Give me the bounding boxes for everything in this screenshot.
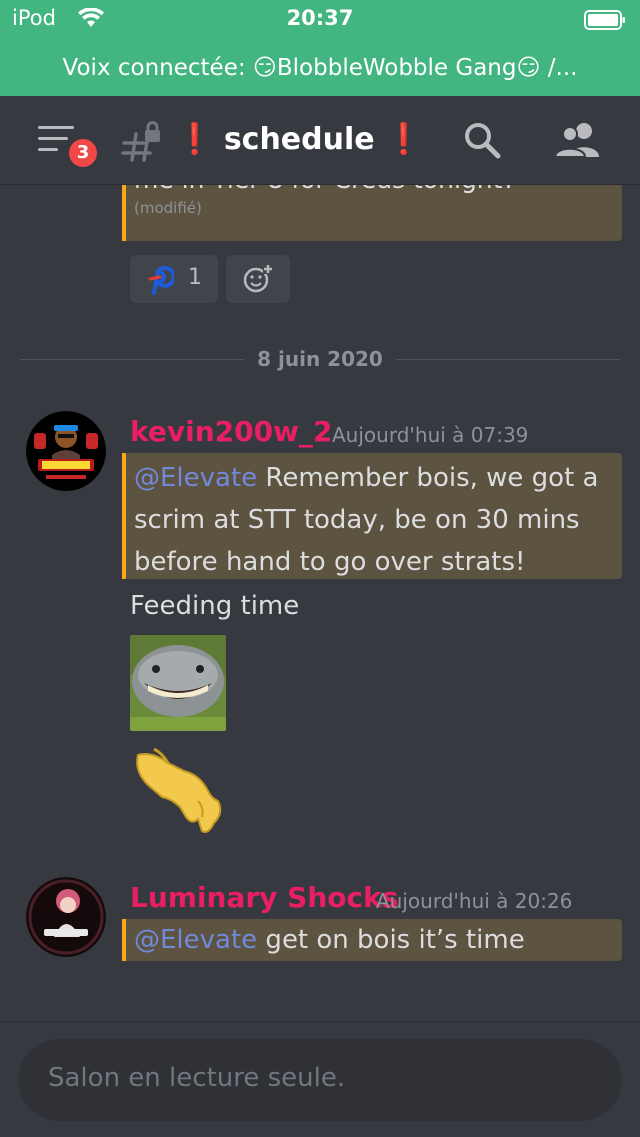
battery-icon — [584, 10, 625, 30]
message-timestamp: Aujourd'hui à 07:39 — [332, 423, 529, 447]
members-icon[interactable] — [554, 122, 602, 158]
message-body: get on bois it’s time — [257, 925, 525, 955]
message-text: Feeding time — [130, 591, 300, 621]
channel-title: ❗ schedule ❗ — [176, 118, 422, 162]
author-name[interactable]: Luminary Shocks — [130, 881, 398, 914]
edited-label: (modifié) — [134, 199, 202, 217]
voice-connected-bar[interactable]: Voix connectée: 😏BlobbleWobble Gang😏 /..… — [0, 40, 640, 96]
add-reaction-button[interactable] — [226, 255, 290, 303]
mention-highlight: @Elevate get on bois it’s time — [122, 919, 622, 961]
previous-message-text: me in Tier 8 for Creds tonight? — [134, 185, 516, 194]
avatar[interactable] — [26, 877, 106, 957]
reaction-count: 1 — [188, 265, 202, 290]
voice-connected-label: Voix connectée: 😏BlobbleWobble Gang😏 /..… — [62, 55, 578, 81]
notification-badge: 3 — [66, 136, 100, 170]
locked-channel-icon — [121, 121, 160, 162]
custom-emoji-icon — [148, 265, 174, 295]
previous-message-highlight: me in Tier 8 for Creds tonight? (modifié… — [122, 185, 622, 241]
add-reaction-icon — [243, 264, 273, 293]
composer-area: Salon en lecture seule. — [0, 1021, 640, 1137]
message-text: @Elevate get on bois it’s time — [134, 921, 525, 959]
message-text: @Elevate Remember bois, we got a scrim a… — [134, 457, 614, 583]
status-bar: iPod 20:37 — [0, 0, 640, 40]
channel-name: schedule — [223, 122, 375, 157]
seal-smile-emoji — [130, 635, 226, 731]
avatar[interactable] — [26, 411, 106, 491]
exclamation-left: ❗ — [176, 122, 214, 157]
input-placeholder: Salon en lecture seule. — [48, 1063, 346, 1093]
exclamation-right: ❗ — [385, 122, 423, 157]
message-input[interactable]: Salon en lecture seule. — [18, 1039, 622, 1121]
grabbing-hand-emoji — [136, 747, 222, 833]
mention-link[interactable]: @Elevate — [134, 463, 257, 493]
clock: 20:37 — [286, 6, 354, 30]
reaction-button[interactable]: 1 — [130, 255, 218, 303]
author-name[interactable]: kevin200w_2 — [130, 415, 332, 448]
date-divider: 8 juin 2020 — [20, 347, 620, 371]
message-timestamp: Aujourd'hui à 20:26 — [376, 889, 573, 913]
channel-header: 3 ❗ schedule ❗ — [0, 96, 640, 185]
message-list[interactable]: me in Tier 8 for Creds tonight? (modifié… — [0, 185, 640, 1021]
search-icon[interactable] — [462, 120, 502, 160]
mention-highlight: @Elevate Remember bois, we got a scrim a… — [122, 453, 622, 579]
mention-link[interactable]: @Elevate — [134, 925, 257, 955]
